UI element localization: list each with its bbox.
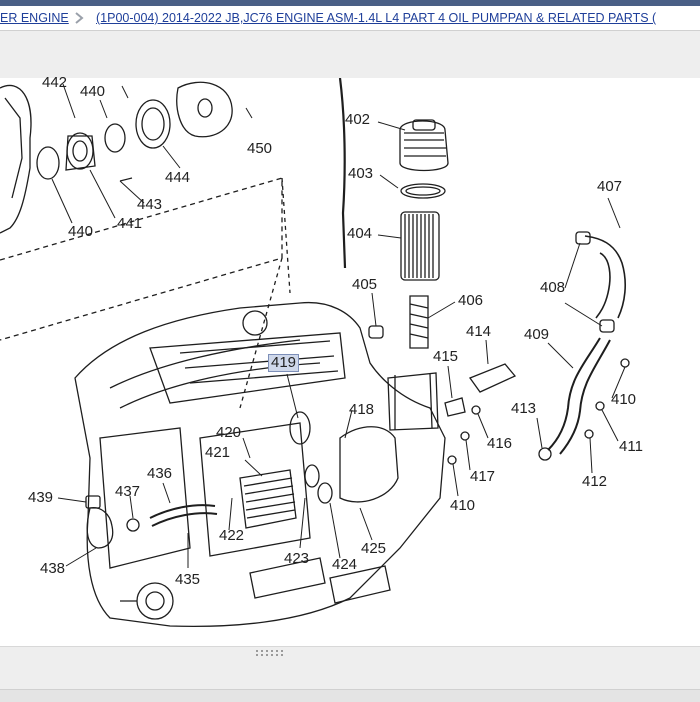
callout-439[interactable]: 439 (28, 490, 53, 506)
callout-410-right[interactable]: 410 (611, 392, 636, 408)
splitter-grip-icon[interactable] (252, 649, 292, 657)
callout-411[interactable]: 411 (619, 439, 643, 455)
callout-410-lower[interactable]: 410 (450, 498, 475, 514)
callout-440-upper[interactable]: 440 (80, 84, 105, 100)
callout-422[interactable]: 422 (219, 528, 244, 544)
callout-421[interactable]: 421 (205, 445, 230, 461)
callout-406[interactable]: 406 (458, 293, 483, 309)
callout-420[interactable]: 420 (216, 425, 241, 441)
callout-402[interactable]: 402 (345, 112, 370, 128)
parts-diagram[interactable]: 442 440 450 444 443 441 440 402 403 404 … (0, 75, 700, 646)
callout-407[interactable]: 407 (597, 179, 622, 195)
callout-404[interactable]: 404 (347, 226, 372, 242)
callout-403[interactable]: 403 (348, 166, 373, 182)
callout-425[interactable]: 425 (361, 541, 386, 557)
callout-417[interactable]: 417 (470, 469, 495, 485)
callout-416[interactable]: 416 (487, 436, 512, 452)
callout-424[interactable]: 424 (332, 557, 357, 573)
callout-435[interactable]: 435 (175, 572, 200, 588)
callout-419-selected[interactable]: 419 (268, 354, 300, 372)
callout-450[interactable]: 450 (247, 141, 272, 157)
callout-423[interactable]: 423 (284, 551, 309, 567)
breadcrumb: ER ENGINE (1P00-004) 2014-2022 JB,JC76 E… (0, 6, 700, 31)
callout-408[interactable]: 408 (540, 280, 565, 296)
chevron-right-icon (75, 12, 84, 24)
callout-405[interactable]: 405 (352, 277, 377, 293)
callout-438[interactable]: 438 (40, 561, 65, 577)
callout-443[interactable]: 443 (137, 197, 162, 213)
callout-412[interactable]: 412 (582, 474, 607, 490)
callout-440-lower[interactable]: 440 (68, 224, 93, 240)
callout-437[interactable]: 437 (115, 484, 140, 500)
callout-415[interactable]: 415 (433, 349, 458, 365)
horizontal-scrollbar[interactable] (0, 689, 700, 702)
callout-413[interactable]: 413 (511, 401, 536, 417)
callout-442[interactable]: 442 (42, 75, 67, 91)
callout-414[interactable]: 414 (466, 324, 491, 340)
callout-441[interactable]: 441 (117, 216, 142, 232)
callout-409[interactable]: 409 (524, 327, 549, 343)
callout-418[interactable]: 418 (349, 402, 374, 418)
breadcrumb-link-oil-pump-section[interactable]: (1P00-004) 2014-2022 JB,JC76 ENGINE ASM-… (96, 6, 656, 30)
toolbar-band (0, 31, 700, 78)
bottom-panel (0, 646, 700, 702)
callout-444[interactable]: 444 (165, 170, 190, 186)
callout-436[interactable]: 436 (147, 466, 172, 482)
breadcrumb-link-engine[interactable]: ER ENGINE (0, 6, 69, 30)
